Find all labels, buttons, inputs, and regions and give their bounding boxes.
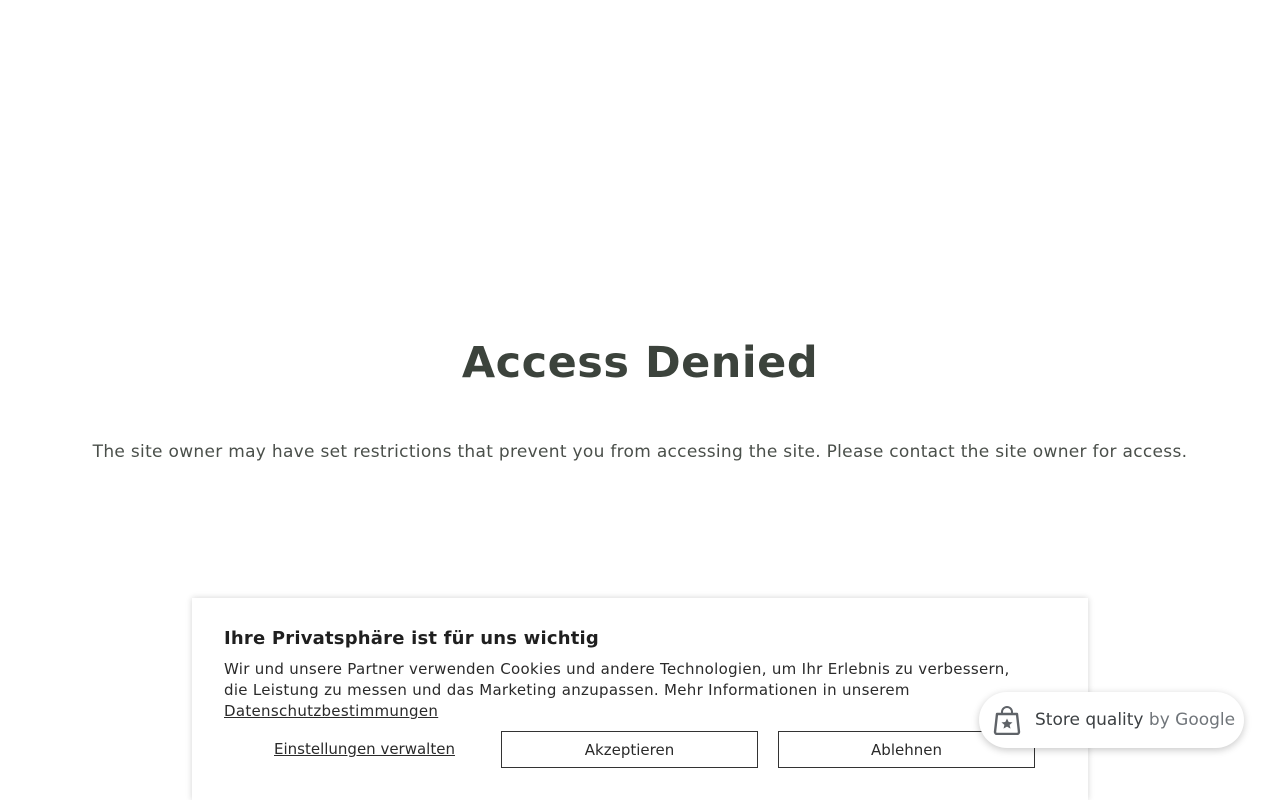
store-quality-badge[interactable]: Store quality by Google [979, 692, 1244, 748]
shopping-bag-star-icon [993, 705, 1021, 735]
access-denied-message: The site owner may have set restrictions… [92, 442, 1188, 462]
page: Access Denied The site owner may have se… [0, 0, 1280, 800]
accept-button[interactable]: Akzeptieren [501, 731, 758, 768]
manage-settings-link[interactable]: Einstellungen verwalten [274, 731, 455, 768]
cookie-banner-text: Wir und unsere Partner verwenden Cookies… [224, 659, 1024, 722]
cookie-banner: Ihre Privatsphäre ist für uns wichtig Wi… [192, 598, 1088, 800]
cookie-banner-body: Wir und unsere Partner verwenden Cookies… [224, 660, 1010, 699]
store-quality-text: Store quality [1035, 710, 1144, 730]
page-title: Access Denied [461, 338, 819, 388]
privacy-policy-link[interactable]: Datenschutzbestimmungen [224, 702, 438, 720]
cookie-banner-title: Ihre Privatsphäre ist für uns wichtig [224, 628, 599, 649]
by-google-text: by Google [1148, 710, 1236, 730]
cookie-actions: Einstellungen verwalten Akzeptieren Able… [224, 731, 1036, 768]
store-quality-label: Store quality by Google [1035, 710, 1235, 730]
